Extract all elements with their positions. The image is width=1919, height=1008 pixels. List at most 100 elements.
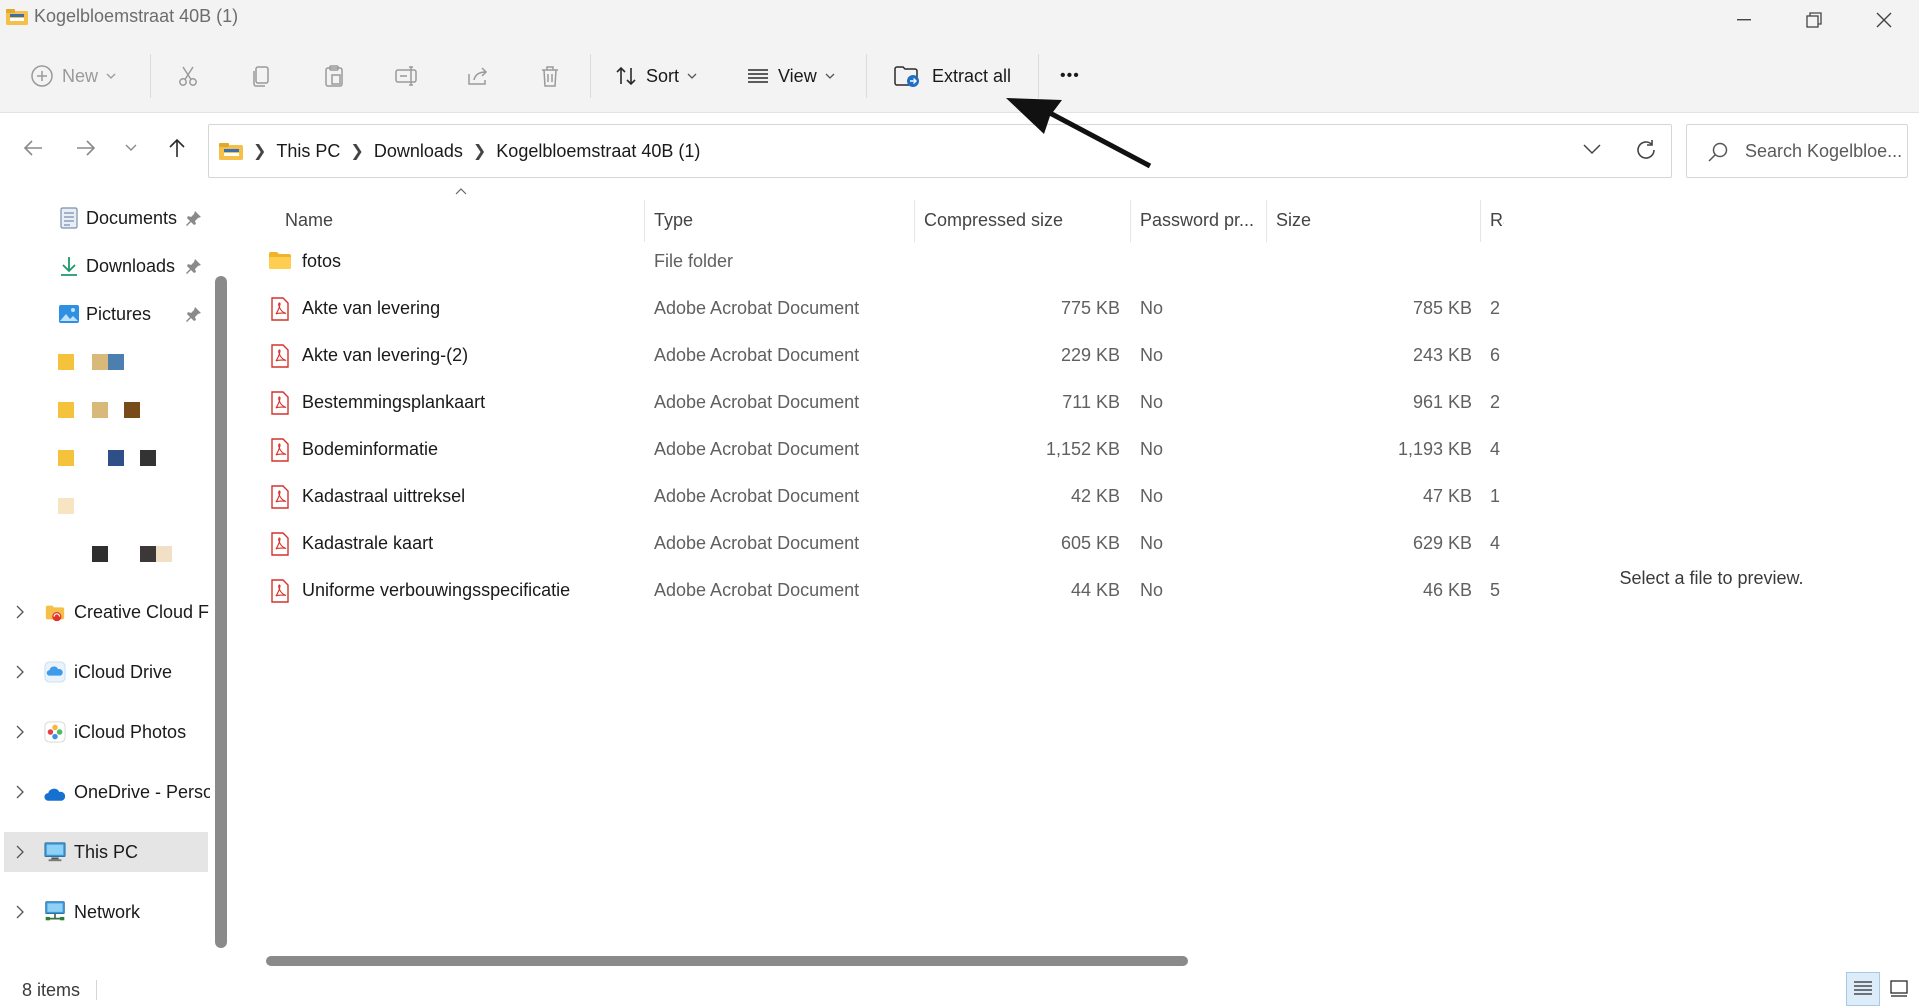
back-button[interactable] [16, 131, 50, 165]
breadcrumb-separator: ❯ [253, 143, 267, 160]
recent-locations-button[interactable] [113, 131, 149, 165]
sidebar-item-this-pc[interactable]: This PC [4, 832, 208, 872]
file-ratio: 5 [1490, 580, 1501, 600]
file-name: Bestemmingsplankaart [302, 392, 486, 412]
view-button[interactable]: View [746, 56, 835, 96]
forward-button[interactable] [69, 131, 103, 165]
file-row[interactable]: Kadastrale kaart Adobe Acrobat Document … [252, 520, 1504, 567]
file-row[interactable]: Kadastraal uittreksel Adobe Acrobat Docu… [252, 473, 1504, 520]
sidebar-scrollbar[interactable] [215, 276, 227, 948]
search-input[interactable]: Search Kogelbloe... [1745, 141, 1902, 162]
sidebar-item-redacted[interactable] [0, 534, 208, 574]
pdf-icon [271, 297, 289, 321]
redacted-block [92, 354, 108, 370]
file-type: Adobe Acrobat Document [654, 345, 860, 365]
breadcrumb-item[interactable]: Kogelbloemstraat 40B (1) [496, 141, 700, 162]
address-dropdown-button[interactable] [1583, 143, 1601, 155]
refresh-button[interactable] [1635, 139, 1657, 161]
delete-button[interactable] [538, 56, 562, 96]
sidebar-item-onedrive[interactable]: OneDrive - Perso [0, 772, 210, 812]
minimize-button[interactable] [1716, 0, 1772, 40]
column-header-ratio[interactable]: Ra [1490, 200, 1504, 240]
sidebar-item-label: iCloud Photos [74, 721, 187, 742]
redacted-block [156, 546, 172, 562]
chevron-down-icon [687, 73, 697, 79]
chevron-right-icon [16, 665, 24, 679]
pin-icon [186, 211, 201, 226]
column-header-password-protected[interactable]: Password pr... [1140, 200, 1266, 240]
file-type: Adobe Acrobat Document [654, 580, 860, 600]
column-divider[interactable] [1480, 200, 1481, 242]
file-row[interactable]: Akte van levering Adobe Acrobat Document… [252, 285, 1504, 332]
redacted-block [140, 546, 156, 562]
sidebar-item-downloads[interactable]: Downloads [0, 246, 208, 286]
cut-button[interactable] [176, 56, 200, 96]
file-password-protected: No [1140, 439, 1164, 459]
chevron-right-icon [16, 785, 24, 799]
new-label: New [62, 65, 99, 86]
column-divider[interactable] [644, 200, 645, 242]
file-compressed-size: 711 KB [1062, 392, 1120, 412]
large-icons-view-button[interactable] [1882, 972, 1916, 1006]
column-header-compressed-size[interactable]: Compressed size [924, 200, 1124, 240]
breadcrumb-item[interactable]: This PC [276, 141, 340, 162]
column-header-label: Password pr... [1140, 209, 1255, 230]
file-name: Bodeminformatie [302, 439, 439, 459]
file-list-horizontal-scrollbar[interactable] [266, 956, 1188, 966]
file-password-protected: No [1140, 392, 1164, 412]
new-button[interactable]: New [30, 56, 116, 96]
file-row[interactable]: Akte van levering-(2) Adobe Acrobat Docu… [252, 332, 1504, 379]
column-divider[interactable] [914, 200, 915, 242]
sidebar-item-creative-cloud[interactable]: Creative Cloud Fi [0, 592, 210, 632]
minimize-icon [1737, 19, 1751, 21]
column-header-type[interactable]: Type [654, 200, 904, 240]
sidebar-item-redacted[interactable] [0, 390, 208, 430]
file-password-protected: No [1140, 298, 1164, 318]
sidebar-item-network[interactable]: Network [0, 892, 208, 932]
close-icon [1876, 12, 1892, 28]
zip-folder-icon [6, 8, 28, 26]
details-view-button[interactable] [1846, 972, 1880, 1006]
sidebar-item-label: OneDrive - Perso [74, 781, 210, 802]
breadcrumb-item[interactable]: Downloads [374, 141, 463, 162]
trash-icon [542, 66, 558, 87]
sidebar-item-redacted[interactable] [0, 486, 208, 526]
redacted-block [140, 450, 156, 466]
sort-label: Sort [646, 65, 680, 86]
breadcrumb-separator: ❯ [350, 143, 364, 160]
restore-button[interactable] [1786, 0, 1842, 40]
file-row[interactable]: Bodeminformatie Adobe Acrobat Document 1… [252, 426, 1504, 473]
pdf-icon [271, 438, 289, 462]
sidebar-item-pictures[interactable]: Pictures [0, 294, 208, 334]
file-type: Adobe Acrobat Document [654, 439, 860, 459]
sidebar-item-icloud-photos[interactable]: iCloud Photos [0, 712, 208, 752]
sidebar-item-documents[interactable]: Documents [0, 198, 208, 238]
redacted-block [92, 402, 108, 418]
close-button[interactable] [1856, 0, 1912, 40]
column-divider[interactable] [1266, 200, 1267, 242]
column-divider[interactable] [1130, 200, 1131, 242]
paste-button[interactable] [322, 56, 346, 96]
sidebar-item-icloud-drive[interactable]: iCloud Drive [0, 652, 208, 692]
search-box[interactable]: Search Kogelbloe... [1686, 124, 1908, 178]
file-row-fotos[interactable]: fotos File folder [252, 238, 1504, 285]
sort-icon [616, 66, 636, 86]
column-header-name[interactable]: Name [285, 200, 525, 240]
up-button[interactable] [160, 131, 194, 165]
column-header-size[interactable]: Size [1276, 200, 1436, 240]
file-row[interactable]: Bestemmingsplankaart Adobe Acrobat Docum… [252, 379, 1504, 426]
copy-button[interactable] [250, 56, 274, 96]
file-type: Adobe Acrobat Document [654, 392, 860, 412]
extract-all-button[interactable]: Extract all [894, 56, 1011, 96]
rename-button[interactable] [394, 56, 420, 96]
sidebar-item-redacted[interactable] [0, 342, 208, 382]
sidebar-item-redacted[interactable] [0, 438, 208, 478]
sidebar-item-label: This PC [74, 841, 139, 862]
file-row[interactable]: Uniforme verbouwingsspecificatie Adobe A… [252, 567, 1504, 614]
sort-button[interactable]: Sort [614, 56, 697, 96]
share-button[interactable] [466, 56, 490, 96]
file-ratio: 6 [1490, 345, 1501, 365]
documents-icon [60, 207, 78, 229]
file-type: Adobe Acrobat Document [654, 486, 860, 506]
address-bar[interactable]: ❯ This PC ❯ Downloads ❯ Kogelbloemstraat… [208, 124, 1672, 178]
